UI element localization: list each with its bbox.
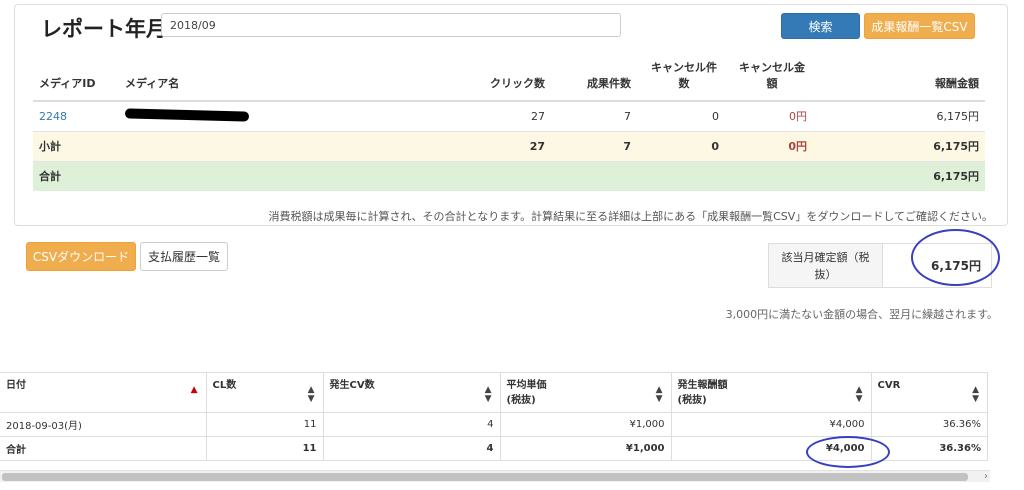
scroll-right-icon[interactable]: › <box>984 471 988 483</box>
report-month-input[interactable] <box>161 13 621 37</box>
daily-header-row: 日付 ▲ CL数 ▲ ▼ 発生CV数 ▲ ▼ 平均単価 (税抜) ▲ ▼ 発生報酬額 (税抜) ▲ ▼… <box>0 372 988 413</box>
csv-download-button[interactable]: CSVダウンロード <box>26 242 136 271</box>
daily-cl: 11 <box>205 412 324 437</box>
confirmed-amount-box: 該当月確定額（税抜） 6,175円 <box>768 243 992 288</box>
daily-total-avg-price: ¥1,000 <box>499 436 672 461</box>
sort-asc-icon[interactable]: ▲ <box>191 386 198 395</box>
col-cv[interactable]: 発生CV数 ▲ ▼ <box>322 372 501 413</box>
subtotal-reward: 6,175円 <box>813 130 985 161</box>
col-media-id: メディアID <box>33 55 119 102</box>
search-button[interactable]: 検索 <box>781 13 860 39</box>
daily-total-reward: ¥4,000 <box>670 436 872 461</box>
subtotal-cancel-amount: 0円 <box>725 130 813 161</box>
daily-cvr: 36.36% <box>870 412 988 437</box>
table-row: 2018-09-03(月) 11 4 ¥1,000 ¥4,000 36.36% <box>0 412 988 437</box>
total-label: 合計 <box>33 160 119 191</box>
col-reward[interactable]: 発生報酬額 (税抜) ▲ ▼ <box>670 372 872 413</box>
total-row: 合計 6,175円 <box>33 160 985 191</box>
cell-clicks: 27 <box>459 100 551 131</box>
cell-reward: 6,175円 <box>813 100 985 131</box>
col-date[interactable]: 日付 ▲ <box>0 372 207 413</box>
subtotal-cancel-count: 0 <box>637 130 725 161</box>
scrollbar-thumb[interactable] <box>2 473 968 481</box>
cell-cancel-count: 0 <box>637 100 725 131</box>
sort-icon[interactable]: ▲ ▼ <box>856 386 863 404</box>
confirmed-amount-label: 該当月確定額（税抜） <box>769 244 883 287</box>
total-reward: 6,175円 <box>813 160 985 191</box>
col-reward: 報酬金額 <box>813 55 985 102</box>
cell-conversions: 7 <box>551 100 637 131</box>
daily-total-cvr: 36.36% <box>870 436 988 461</box>
cell-cancel-amount: 0円 <box>725 100 813 131</box>
subtotal-conversions: 7 <box>551 130 637 161</box>
col-cl[interactable]: CL数 ▲ ▼ <box>205 372 324 413</box>
col-cvr[interactable]: CVR ▲ ▼ <box>870 372 988 413</box>
sort-icon[interactable]: ▲ ▼ <box>972 386 979 404</box>
carryover-note: 3,000円に満たない金額の場合、翌月に繰越されます。 <box>725 308 998 321</box>
daily-avg-price: ¥1,000 <box>499 412 672 437</box>
col-cancel-amount: キャンセル金額 <box>725 55 813 102</box>
report-table: メディアID メディア名 クリック数 成果件数 キャンセル件数 キャンセル金額 … <box>33 55 985 191</box>
subtotal-label: 小計 <box>33 130 119 161</box>
tax-note: 消費税額は成果毎に計算され、その合計となります。計算結果に至る詳細は上部にある「… <box>268 210 993 223</box>
horizontal-scrollbar[interactable]: › <box>0 470 990 482</box>
daily-reward: ¥4,000 <box>670 412 872 437</box>
daily-date: 2018-09-03(月) <box>0 412 207 437</box>
daily-total-cv: 4 <box>322 436 501 461</box>
sort-icon[interactable]: ▲ ▼ <box>308 386 315 404</box>
sort-icon[interactable]: ▲ ▼ <box>485 386 492 404</box>
subtotal-row: 小計 27 7 0 0円 6,175円 <box>33 130 985 161</box>
col-conversions: 成果件数 <box>551 55 637 102</box>
subtotal-clicks: 27 <box>459 130 551 161</box>
payment-history-button[interactable]: 支払履歴一覧 <box>140 242 228 271</box>
col-avg-price[interactable]: 平均単価 (税抜) ▲ ▼ <box>499 372 672 413</box>
redacted-media-name <box>124 108 250 122</box>
page-title: レポート年月 <box>41 17 167 41</box>
daily-total-cl: 11 <box>205 436 324 461</box>
col-media-name: メディア名 <box>119 55 459 102</box>
daily-cv: 4 <box>322 412 501 437</box>
col-cancel-count: キャンセル件数 <box>637 55 725 102</box>
col-clicks: クリック数 <box>459 55 551 102</box>
confirmed-amount-value: 6,175円 <box>931 259 981 273</box>
media-id-link[interactable]: 2248 <box>39 110 67 123</box>
daily-total-row: 合計 11 4 ¥1,000 ¥4,000 36.36% <box>0 436 988 461</box>
report-header-row: メディアID メディア名 クリック数 成果件数 キャンセル件数 キャンセル金額 … <box>33 55 985 102</box>
reward-list-csv-button[interactable]: 成果報酬一覧CSV <box>864 13 975 39</box>
daily-total-label: 合計 <box>0 436 207 461</box>
sort-icon[interactable]: ▲ ▼ <box>656 386 663 404</box>
report-panel: レポート年月 検索 成果報酬一覧CSV メディアID メディア名 クリック数 成… <box>14 4 1008 226</box>
table-row: 2248 27 7 0 0円 6,175円 <box>33 100 985 131</box>
daily-table: 日付 ▲ CL数 ▲ ▼ 発生CV数 ▲ ▼ 平均単価 (税抜) ▲ ▼ 発生報酬額 (税抜) ▲ ▼… <box>0 372 988 461</box>
